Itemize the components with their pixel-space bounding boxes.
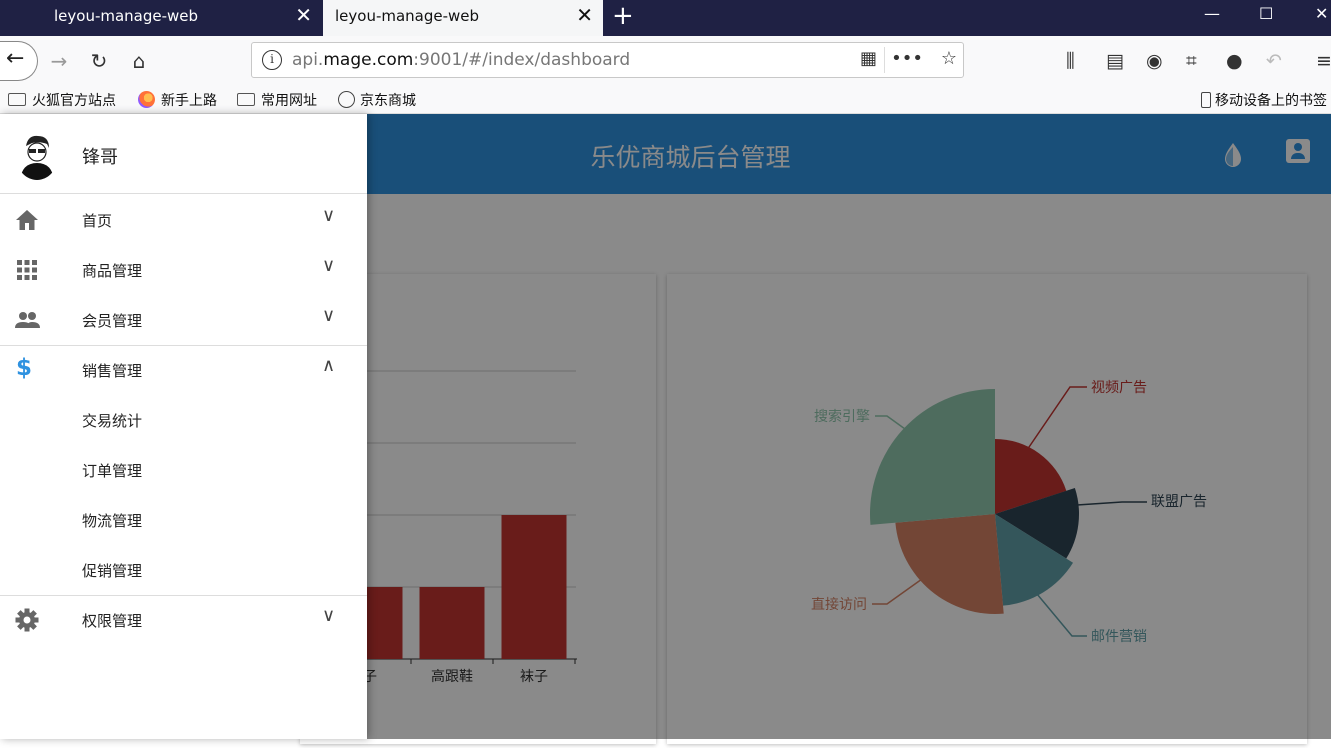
site-info-icon[interactable]: i <box>262 50 282 70</box>
close-tab-icon[interactable]: ✕ <box>576 0 593 30</box>
submenu-item-promotions[interactable]: 促销管理 <box>0 545 367 595</box>
user-panel: 锋哥 <box>0 114 367 194</box>
home-icon[interactable]: ⌂ <box>124 46 154 76</box>
avatar[interactable] <box>16 132 58 180</box>
submenu-item-label: 订单管理 <box>82 462 143 480</box>
phone-icon <box>1201 92 1211 108</box>
menu-item-members[interactable]: 会员管理 ∨ <box>0 295 367 345</box>
gear-icon <box>15 608 39 632</box>
submenu-item-label: 促销管理 <box>82 562 143 580</box>
chevron-up-icon: ∧ <box>322 355 336 376</box>
chevron-down-icon: ∨ <box>322 255 336 276</box>
firefox-icon <box>138 91 155 108</box>
submenu-item-orders[interactable]: 订单管理 <box>0 445 367 495</box>
tab-label: leyou-manage-web <box>54 7 199 25</box>
app-root: 乐优商城后台管理 子高跟鞋 袜子 视频广告 联盟广告 邮件营销 直接访问 搜索引擎 锋哥 <box>0 114 1331 744</box>
window-close-icon[interactable]: ✕ <box>1315 0 1328 30</box>
home-icon <box>16 210 38 230</box>
undo-icon[interactable]: ↶ <box>1266 50 1282 72</box>
submenu-item-logistics[interactable]: 物流管理 <box>0 495 367 545</box>
library-icon[interactable]: ⫼ <box>1066 50 1075 72</box>
separator <box>884 47 885 73</box>
navigation-drawer: 锋哥 首页 ∨ 商品管理 ∨ 会员管理 ∨ $ 销售管理 ∧ 交易统计 订单管理… <box>0 114 367 739</box>
bookmark-item[interactable]: 京东商城 <box>338 90 416 110</box>
qr-code-icon[interactable]: ▦ <box>860 48 877 69</box>
submenu-item-label: 物流管理 <box>82 512 143 530</box>
folder-icon <box>237 93 255 106</box>
bookmark-item[interactable]: 火狐官方站点 <box>8 90 116 110</box>
menu-item-sales[interactable]: $ 销售管理 ∧ <box>0 345 367 395</box>
new-tab-button[interactable]: + <box>612 2 634 30</box>
navigation-bar: ← → ↻ ⌂ i api.mage.com:9001/#/index/dash… <box>0 36 1331 86</box>
forward-icon[interactable]: → <box>44 46 74 76</box>
bookmarks-toolbar: 火狐官方站点 新手上路 常用网址 京东商城 移动设备上的书签 <box>0 86 1331 114</box>
user-name: 锋哥 <box>82 147 118 168</box>
chevron-down-icon: ∨ <box>322 305 336 326</box>
browser-titlebar: leyou-manage-web ✕ leyou-manage-web ✕ + … <box>0 0 1331 36</box>
close-tab-icon[interactable]: ✕ <box>295 0 312 30</box>
address-bar[interactable]: i api.mage.com:9001/#/index/dashboard ▦ … <box>251 42 964 78</box>
bookmark-star-icon[interactable]: ☆ <box>941 48 957 69</box>
tab-label: leyou-manage-web <box>335 7 480 25</box>
tab-active[interactable]: leyou-manage-web ✕ <box>323 0 603 36</box>
dollar-icon: $ <box>16 355 33 381</box>
maximize-icon[interactable]: ☐ <box>1259 0 1273 30</box>
tab-inactive[interactable]: leyou-manage-web ✕ <box>42 0 322 36</box>
menu-item-products[interactable]: 商品管理 ∨ <box>0 245 367 295</box>
back-button[interactable]: ← <box>0 41 38 81</box>
menu-item-label: 权限管理 <box>82 612 143 630</box>
chevron-down-icon: ∨ <box>322 605 336 626</box>
bookmark-item[interactable]: 常用网址 <box>237 90 317 110</box>
bookmark-item[interactable]: 新手上路 <box>138 90 217 110</box>
people-icon <box>15 312 40 328</box>
sidebar-icon[interactable]: ▤ <box>1106 50 1124 72</box>
menu-icon[interactable]: ≡ <box>1316 50 1331 72</box>
folder-icon <box>8 93 26 106</box>
menu-item-home[interactable]: 首页 ∨ <box>0 195 367 245</box>
submenu-item-label: 交易统计 <box>82 412 143 430</box>
url-text: api.mage.com:9001/#/index/dashboard <box>292 50 631 70</box>
mobile-bookmarks[interactable]: 移动设备上的书签 <box>1201 90 1327 110</box>
reload-icon[interactable]: ↻ <box>84 46 114 76</box>
globe-icon <box>338 91 355 108</box>
account-icon[interactable]: ◉ <box>1146 50 1163 72</box>
menu-item-label: 商品管理 <box>82 262 143 280</box>
minimize-icon[interactable]: — <box>1204 0 1220 30</box>
menu-item-permissions[interactable]: 权限管理 ∨ <box>0 595 367 645</box>
menu-item-label: 销售管理 <box>82 362 143 380</box>
back-arrow-icon: ← <box>6 46 25 71</box>
chevron-down-icon: ∨ <box>322 205 336 226</box>
page-actions-icon[interactable]: ••• <box>891 48 923 69</box>
apps-grid-icon <box>17 260 37 280</box>
crop-icon[interactable]: ⌗ <box>1186 50 1197 72</box>
submenu-item-transactions[interactable]: 交易统计 <box>0 395 367 445</box>
menu-item-label: 会员管理 <box>82 312 143 330</box>
chat-icon[interactable]: ● <box>1226 50 1243 72</box>
menu-item-label: 首页 <box>82 212 113 230</box>
